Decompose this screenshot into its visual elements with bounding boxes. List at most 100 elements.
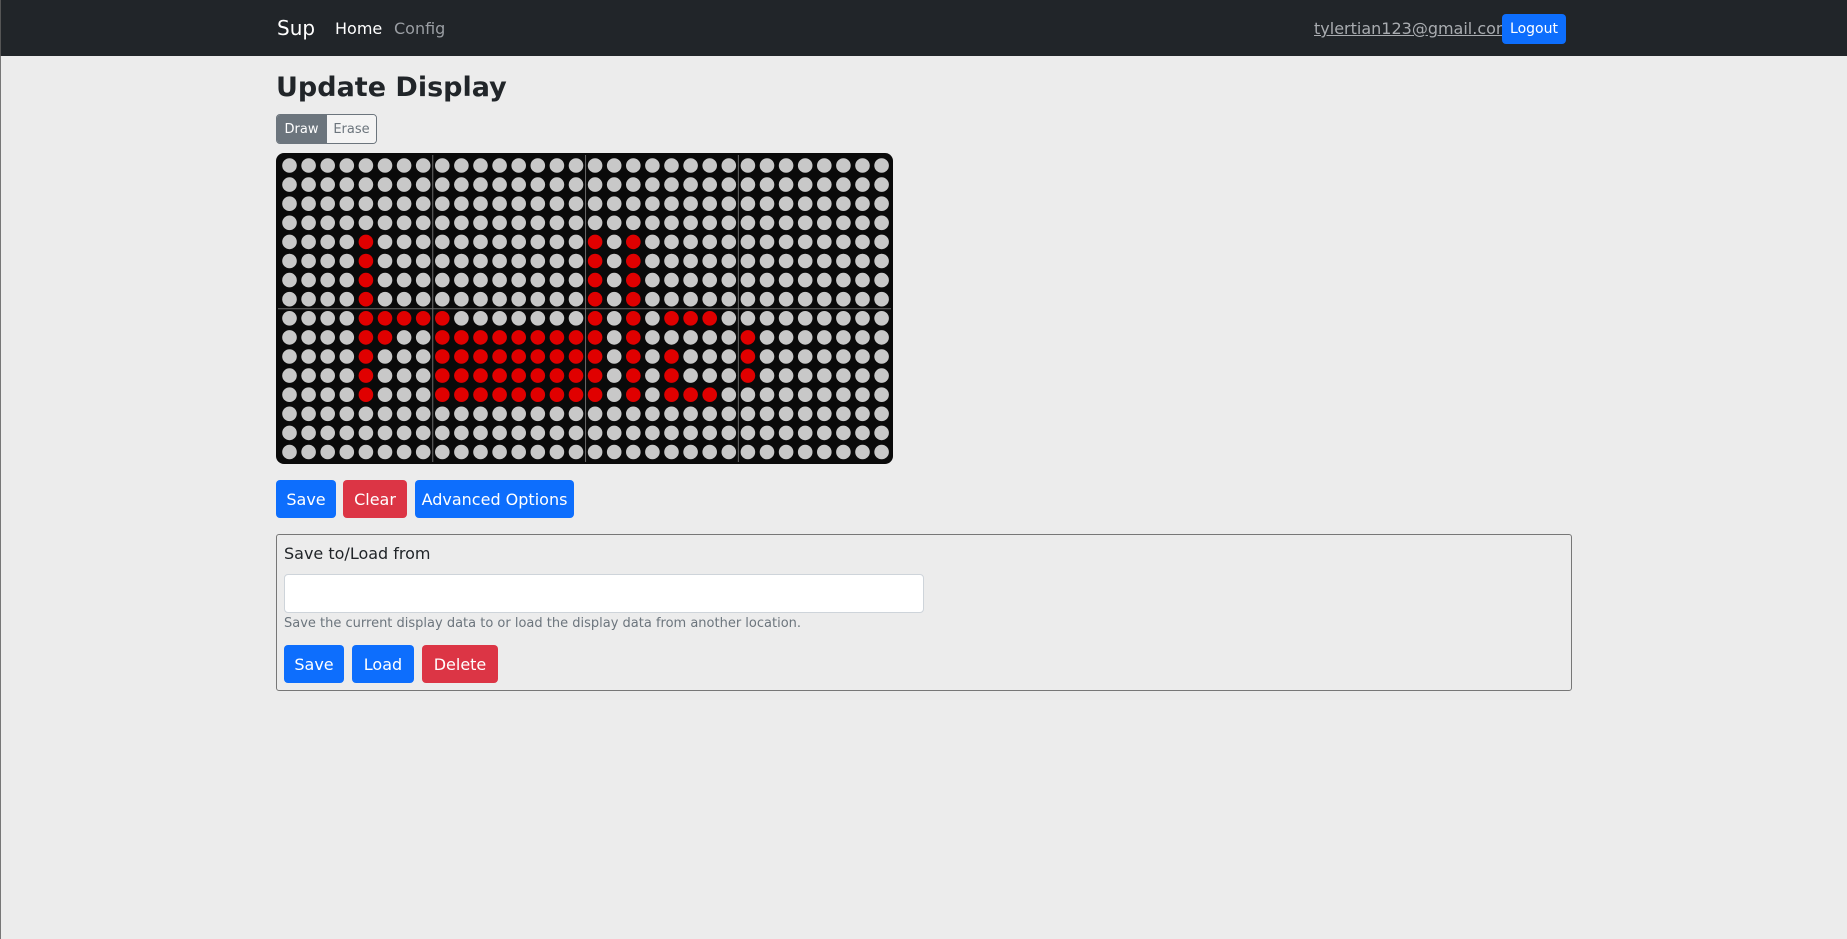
led-pixel-off[interactable] bbox=[664, 291, 679, 307]
led-pixel-off[interactable] bbox=[759, 177, 775, 192]
led-pixel-on[interactable] bbox=[740, 330, 756, 345]
led-pixel-off[interactable] bbox=[626, 444, 641, 460]
save-display-button[interactable]: Save bbox=[276, 480, 336, 518]
led-pixel-off[interactable] bbox=[568, 311, 584, 326]
led-pixel-off[interactable] bbox=[568, 406, 584, 422]
led-pixel-off[interactable] bbox=[721, 368, 737, 383]
led-pixel-off[interactable] bbox=[435, 177, 450, 192]
led-pixel-off[interactable] bbox=[320, 158, 335, 173]
led-pixel-off[interactable] bbox=[874, 158, 889, 173]
led-pixel-on[interactable] bbox=[435, 330, 450, 345]
led-pixel-off[interactable] bbox=[339, 425, 355, 441]
led-pixel-off[interactable] bbox=[492, 177, 507, 192]
led-pixel-off[interactable] bbox=[626, 196, 641, 211]
led-pixel-off[interactable] bbox=[530, 215, 546, 231]
led-pixel-off[interactable] bbox=[797, 253, 813, 269]
led-pixel-off[interactable] bbox=[855, 272, 870, 288]
led-pixel-off[interactable] bbox=[473, 425, 488, 441]
led-pixel-off[interactable] bbox=[721, 234, 737, 250]
led-pixel-off[interactable] bbox=[855, 444, 870, 460]
led-pixel-off[interactable] bbox=[454, 234, 469, 250]
led-pixel-off[interactable] bbox=[645, 253, 660, 269]
led-pixel-off[interactable] bbox=[320, 196, 335, 211]
led-pixel-on[interactable] bbox=[358, 349, 374, 364]
led-pixel-off[interactable] bbox=[606, 330, 622, 345]
led-pixel-off[interactable] bbox=[339, 177, 355, 192]
led-pixel-off[interactable] bbox=[339, 406, 355, 422]
led-pixel-off[interactable] bbox=[435, 444, 450, 460]
led-pixel-off[interactable] bbox=[664, 406, 679, 422]
led-pixel-off[interactable] bbox=[301, 406, 316, 422]
led-pixel-on[interactable] bbox=[587, 330, 603, 345]
led-pixel-off[interactable] bbox=[645, 444, 660, 460]
led-pixel-on[interactable] bbox=[358, 253, 374, 269]
led-pixel-off[interactable] bbox=[645, 425, 660, 441]
led-pixel-off[interactable] bbox=[339, 444, 355, 460]
led-pixel-on[interactable] bbox=[358, 311, 374, 326]
led-pixel-off[interactable] bbox=[817, 291, 832, 307]
led-pixel-off[interactable] bbox=[836, 215, 851, 231]
led-pixel-off[interactable] bbox=[874, 291, 889, 307]
led-pixel-on[interactable] bbox=[511, 387, 526, 402]
led-pixel-off[interactable] bbox=[797, 196, 813, 211]
led-pixel-off[interactable] bbox=[874, 330, 889, 345]
led-pixel-off[interactable] bbox=[377, 425, 393, 441]
led-pixel-off[interactable] bbox=[396, 387, 412, 402]
led-pixel-off[interactable] bbox=[415, 234, 431, 250]
led-pixel-on[interactable] bbox=[530, 387, 546, 402]
led-pixel-off[interactable] bbox=[817, 234, 832, 250]
led-pixel-off[interactable] bbox=[702, 196, 717, 211]
led-pixel-off[interactable] bbox=[664, 425, 679, 441]
led-pixel-off[interactable] bbox=[492, 291, 507, 307]
led-pixel-off[interactable] bbox=[874, 234, 889, 250]
led-pixel-off[interactable] bbox=[855, 253, 870, 269]
led-pixel-off[interactable] bbox=[282, 387, 297, 402]
led-pixel-off[interactable] bbox=[549, 215, 565, 231]
led-pixel-off[interactable] bbox=[339, 234, 355, 250]
led-pixel-off[interactable] bbox=[721, 425, 737, 441]
led-pixel-on[interactable] bbox=[511, 330, 526, 345]
led-pixel-off[interactable] bbox=[702, 444, 717, 460]
led-pixel-on[interactable] bbox=[587, 349, 603, 364]
led-pixel-off[interactable] bbox=[415, 406, 431, 422]
led-pixel-off[interactable] bbox=[415, 368, 431, 383]
led-pixel-off[interactable] bbox=[606, 158, 622, 173]
led-pixel-on[interactable] bbox=[568, 368, 584, 383]
led-pixel-off[interactable] bbox=[759, 215, 775, 231]
led-pixel-off[interactable] bbox=[683, 444, 698, 460]
led-pixel-off[interactable] bbox=[587, 444, 603, 460]
led-pixel-off[interactable] bbox=[759, 330, 775, 345]
led-pixel-off[interactable] bbox=[645, 234, 660, 250]
led-pixel-on[interactable] bbox=[530, 330, 546, 345]
led-pixel-on[interactable] bbox=[664, 349, 679, 364]
led-pixel-off[interactable] bbox=[320, 234, 335, 250]
led-pixel-off[interactable] bbox=[358, 215, 374, 231]
led-pixel-off[interactable] bbox=[511, 311, 526, 326]
led-pixel-off[interactable] bbox=[377, 272, 393, 288]
led-pixel-off[interactable] bbox=[320, 368, 335, 383]
led-pixel-off[interactable] bbox=[626, 425, 641, 441]
led-pixel-off[interactable] bbox=[282, 406, 297, 422]
led-pixel-off[interactable] bbox=[568, 291, 584, 307]
led-pixel-off[interactable] bbox=[415, 291, 431, 307]
led-pixel-off[interactable] bbox=[301, 196, 316, 211]
led-pixel-on[interactable] bbox=[492, 330, 507, 345]
led-pixel-off[interactable] bbox=[759, 196, 775, 211]
led-pixel-off[interactable] bbox=[435, 272, 450, 288]
led-pixel-off[interactable] bbox=[454, 406, 469, 422]
led-pixel-off[interactable] bbox=[473, 196, 488, 211]
led-pixel-off[interactable] bbox=[721, 406, 737, 422]
led-pixel-off[interactable] bbox=[492, 311, 507, 326]
led-pixel-off[interactable] bbox=[721, 253, 737, 269]
led-pixel-off[interactable] bbox=[855, 349, 870, 364]
led-pixel-off[interactable] bbox=[396, 406, 412, 422]
led-pixel-on[interactable] bbox=[492, 387, 507, 402]
led-pixel-off[interactable] bbox=[511, 196, 526, 211]
led-pixel-off[interactable] bbox=[282, 311, 297, 326]
led-pixel-on[interactable] bbox=[549, 349, 565, 364]
led-pixel-off[interactable] bbox=[396, 330, 412, 345]
led-pixel-off[interactable] bbox=[778, 311, 794, 326]
led-pixel-off[interactable] bbox=[721, 349, 737, 364]
led-pixel-off[interactable] bbox=[836, 177, 851, 192]
led-pixel-on[interactable] bbox=[626, 272, 641, 288]
